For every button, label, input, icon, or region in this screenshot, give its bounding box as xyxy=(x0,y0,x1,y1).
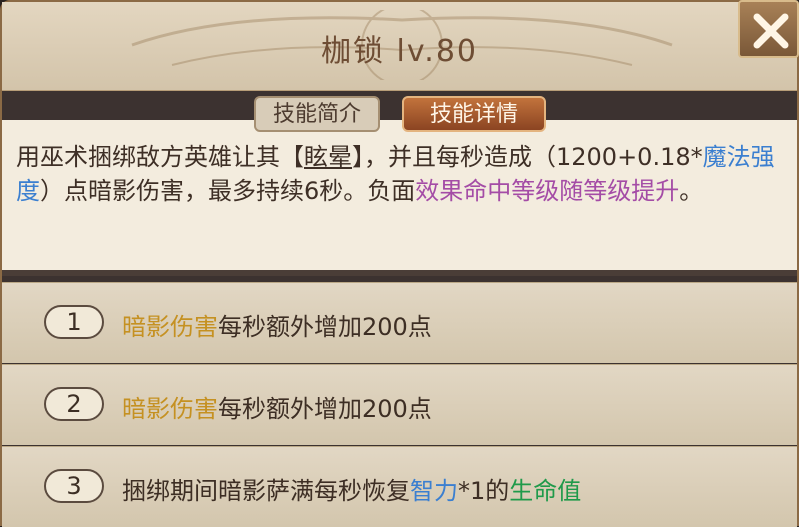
upgrade-text: 捆绑期间暗影萨满每秒恢复智力*1的生命值 xyxy=(122,471,581,506)
desc-part-1: 用巫术捆绑敌方英雄让其【 xyxy=(16,143,304,171)
upgrade-text: 暗影伤害每秒额外增加200点 xyxy=(122,389,432,424)
desc-part-4: 。 xyxy=(679,177,704,205)
skill-title: 枷锁 lv.80 xyxy=(320,34,478,69)
upgrade-text: 暗影伤害每秒额外增加200点 xyxy=(122,307,432,342)
rank-badge: 2 xyxy=(44,387,104,421)
close-icon xyxy=(753,13,789,49)
intelligence-keyword: 智力 xyxy=(410,477,458,505)
tab-skill-intro[interactable]: 技能简介 xyxy=(254,96,380,132)
upgrade-row-3: 3 捆绑期间暗影萨满每秒恢复智力*1的生命值 xyxy=(2,446,797,527)
upgrade-rest: 每秒额外增加200点 xyxy=(218,313,432,341)
tab-bar: 技能简介 技能详情 xyxy=(0,96,799,136)
rank-badge: 1 xyxy=(44,305,104,339)
desc-part-3: ）点暗影伤害，最多持续6秒。负面 xyxy=(40,177,416,205)
desc-part-2: 】，并且每秒造成（1200+0.18* xyxy=(352,143,703,171)
rank-badge: 3 xyxy=(44,469,104,503)
close-button[interactable] xyxy=(738,0,799,58)
shadow-damage-keyword: 暗影伤害 xyxy=(122,395,218,423)
effect-hit-keyword: 效果命中等级随等级提升 xyxy=(415,177,680,205)
health-keyword: 生命值 xyxy=(509,477,582,505)
stun-keyword: 眩晕 xyxy=(304,143,352,171)
upgrade-rest: 每秒额外增加200点 xyxy=(218,395,432,423)
skill-description: 用巫术捆绑敌方英雄让其【眩晕】，并且每秒造成（1200+0.18*魔法强度）点暗… xyxy=(16,140,786,208)
upgrade-mid: *1的 xyxy=(458,477,510,505)
tab-skill-detail[interactable]: 技能详情 xyxy=(402,96,546,132)
upgrade-row-2: 2 暗影伤害每秒额外增加200点 xyxy=(2,364,797,445)
upgrade-prefix: 捆绑期间暗影萨满每秒恢复 xyxy=(122,477,410,505)
upgrade-row-1: 1 暗影伤害每秒额外增加200点 xyxy=(2,282,797,363)
divider xyxy=(2,270,797,276)
shadow-damage-keyword: 暗影伤害 xyxy=(122,313,218,341)
